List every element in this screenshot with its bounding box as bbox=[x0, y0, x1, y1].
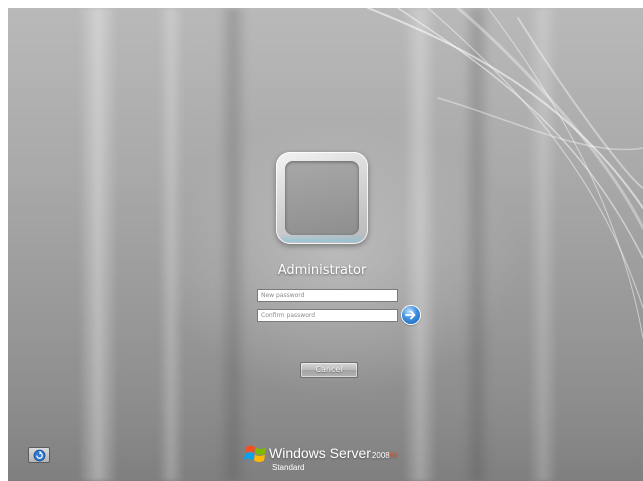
new-password-field[interactable] bbox=[257, 289, 398, 302]
ease-of-access-icon bbox=[33, 449, 46, 462]
ease-of-access-button[interactable] bbox=[28, 447, 50, 463]
submit-button[interactable] bbox=[402, 306, 420, 324]
user-name: Administrator bbox=[277, 263, 367, 278]
product-version: 2008 bbox=[371, 451, 390, 460]
confirm-password-field[interactable] bbox=[257, 309, 398, 322]
arrow-right-icon bbox=[405, 310, 416, 320]
user-picture-frame bbox=[276, 152, 368, 244]
light-swoosh bbox=[367, 8, 643, 339]
product-release: R2 bbox=[389, 453, 398, 459]
logon-background: Administrator Cancel Windows Server2008R… bbox=[8, 8, 643, 481]
user-tile-glow bbox=[280, 234, 364, 242]
product-title: Windows Server bbox=[269, 445, 371, 461]
screen: Administrator Cancel Windows Server2008R… bbox=[0, 0, 643, 481]
product-branding: Windows Server2008R2 Standard bbox=[244, 441, 444, 477]
cancel-button[interactable]: Cancel bbox=[300, 362, 358, 378]
product-name: Windows Server2008R2 bbox=[269, 445, 397, 461]
user-picture bbox=[285, 161, 359, 235]
windows-flag-icon bbox=[244, 445, 266, 462]
product-edition: Standard bbox=[272, 463, 305, 472]
